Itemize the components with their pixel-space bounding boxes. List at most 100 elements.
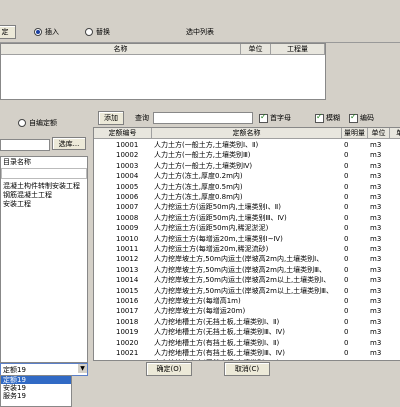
quota-code-cell: 10012: [116, 255, 139, 264]
directory-filter[interactable]: [1, 168, 87, 179]
unit-cell: m3: [370, 203, 382, 212]
quantity-cell: 0: [344, 276, 349, 285]
ok-button[interactable]: 确定(O): [146, 362, 192, 376]
table-row[interactable]: 10019 人力挖地槽土方(无挡土板,土壤类别Ⅲ、Ⅳ) 0 m3: [94, 327, 400, 337]
quantity-cell: 0: [344, 161, 349, 170]
dropdown-option[interactable]: 安装19: [1, 384, 71, 392]
table-row[interactable]: 10004 人力土方(冻土,厚度0.2m内) 0 m3: [94, 171, 400, 181]
quota-name-cell: 人力挖地槽土方(无挡土板,土壤类别Ⅲ、Ⅳ): [154, 328, 285, 337]
quota-code-cell: 10020: [116, 338, 139, 347]
replace-radio[interactable]: 替换: [85, 27, 110, 37]
first-letter-checkbox[interactable]: 首字母: [259, 112, 291, 123]
quantity-cell: 0: [344, 328, 349, 337]
table-row[interactable]: 10010 人力挖运土方(每增运20m,土壤类别Ⅰ~Ⅳ) 0 m3: [94, 234, 400, 244]
table-row[interactable]: 10008 人力挖运土方(运距50m内,土壤类别Ⅲ、Ⅳ) 0 m3: [94, 213, 400, 223]
table-row[interactable]: 10020 人力挖地槽土方(有挡土板,土壤类别Ⅰ、Ⅱ) 0 m3: [94, 338, 400, 348]
confirm-button[interactable]: 定: [0, 25, 16, 39]
unit-cell: m3: [370, 172, 382, 181]
quantity-cell: 0: [344, 141, 349, 149]
code-label: 编码: [360, 114, 374, 122]
quota-code-cell: 10001: [116, 141, 139, 149]
insert-radio[interactable]: 插入: [34, 27, 59, 37]
dropdown-option[interactable]: 定额19: [1, 376, 71, 384]
quota-name-cell: 人力挖地槽土方(有挡土板,土壤类别Ⅲ、Ⅳ): [154, 349, 285, 357]
quantity-cell: 0: [344, 245, 349, 253]
code-checkbox[interactable]: 编码: [349, 112, 374, 123]
unit-cell: m3: [370, 161, 382, 170]
quota-code-cell: 10014: [116, 276, 139, 285]
unit-cell: m3: [370, 234, 382, 243]
fuzzy-checkbox[interactable]: 模糊: [315, 112, 340, 123]
unit-cell: m3: [370, 317, 382, 326]
quantity-cell: 0: [344, 307, 349, 316]
quota-code-cell: 10017: [116, 307, 139, 316]
table-row[interactable]: 10001 人力土方(一般土方,土壤类别Ⅰ、Ⅱ) 0 m3: [94, 140, 400, 150]
table-row[interactable]: 10002 人力土方(一般土方,土壤类别Ⅲ) 0 m3: [94, 150, 400, 160]
quota-code-cell: 10011: [116, 245, 139, 253]
table-row[interactable]: 10012 人力挖岸坡土方,50m内运土(岸坡高2m内,土壤类别Ⅰ、 0 m3: [94, 254, 400, 264]
table-body: 10001 人力土方(一般土方,土壤类别Ⅰ、Ⅱ) 0 m3 10002 人力土方(一般土方…: [94, 140, 400, 360]
cancel-button[interactable]: 取消(C): [224, 362, 270, 376]
table-row[interactable]: 10014 人力挖岸坡土方,50m内运土(岸坡高2m以上,土壤类别Ⅰ、 0 m3: [94, 275, 400, 285]
quantity-cell: 0: [344, 297, 349, 305]
tree-item-installation[interactable]: 安装工程: [3, 199, 31, 209]
table-row[interactable]: 10017 人力挖岸坡土方(每增运20m) 0 m3: [94, 306, 400, 316]
library-field[interactable]: [0, 139, 50, 151]
unit-cell: m3: [370, 193, 382, 201]
quantity-cell: 0: [344, 172, 349, 181]
unit-cell: m3: [370, 265, 382, 274]
table-row[interactable]: 10021 人力挖地槽土方(有挡土板,土壤类别Ⅲ、Ⅳ) 0 m3: [94, 348, 400, 358]
radio-on-icon: [34, 28, 42, 36]
table-row[interactable]: 10003 人力土方(一般土方,土壤类别Ⅳ) 0 m3: [94, 161, 400, 171]
table-row[interactable]: 10007 人力挖运土方(运距50m内,土壤类别Ⅰ、Ⅱ) 0 m3: [94, 202, 400, 212]
quota-code-cell: 10007: [116, 203, 139, 212]
dropdown-option[interactable]: 服务19: [1, 392, 71, 400]
unit-cell: m3: [370, 151, 382, 160]
quota-name-cell: 人力挖地槽土方(有挡土板,土壤类别Ⅰ、Ⅱ): [154, 338, 280, 347]
quantity-cell: 0: [344, 317, 349, 326]
table-row[interactable]: 10022人力挖地坑土方(无挡土板,土壤类别Ⅰ、Ⅱ)0m3: [94, 358, 400, 360]
right-toolbar: 添加 查询 首字母 模糊 编码: [93, 108, 400, 126]
add-button[interactable]: 添加: [98, 111, 124, 125]
fuzzy-label: 模糊: [326, 114, 340, 122]
directory-tree[interactable]: 目录名称 混凝土构件转制安装工程 钢筋混凝土工程 安装工程: [0, 156, 88, 363]
table-row[interactable]: 10013 人力挖岸坡土方,50m内运土(岸坡高2m内,土壤类别Ⅲ、 0 m3: [94, 265, 400, 275]
quantity-cell: 0: [344, 338, 349, 347]
quota-code-cell: 10019: [116, 328, 139, 337]
quantity-cell: 0: [344, 358, 368, 360]
checkbox-checked-icon: [259, 112, 268, 123]
quota-code-cell: 10006: [116, 193, 139, 201]
table-row[interactable]: 10015 人力挖岸坡土方,50m内运土(岸坡高2m以上,土壤类别Ⅲ、 0 m3: [94, 286, 400, 296]
quantity-cell: 0: [344, 213, 349, 222]
unit-cell: m3: [370, 338, 382, 347]
unit-cell: m3: [370, 224, 382, 233]
unit-cell: m3: [370, 358, 390, 360]
replace-label: 替换: [96, 28, 110, 36]
table-row[interactable]: 10009 人力挖运土方(运距50m内,稀泥淤泥) 0 m3: [94, 223, 400, 233]
quota-code-cell: 10008: [116, 213, 139, 222]
table-row[interactable]: 10006 人力土方(冻土,厚度0.8m内) 0 m3: [94, 192, 400, 202]
radio-off-icon: [18, 119, 26, 127]
table-row[interactable]: 10016 人力挖岸坡土方(每增高1m) 0 m3: [94, 296, 400, 306]
unit-cell: m3: [370, 349, 382, 357]
quota-code-cell: 10010: [116, 234, 139, 243]
quota-code-cell: 10018: [116, 317, 139, 326]
unit-cell: m3: [370, 297, 382, 305]
select-library-button[interactable]: 选库...: [52, 137, 86, 150]
custom-quota-radio[interactable]: 自编定额: [18, 118, 57, 128]
table-row[interactable]: 10005 人力土方(冻土,厚度0.5m内) 0 m3: [94, 182, 400, 192]
quantity-cell: 0: [344, 286, 349, 295]
query-input[interactable]: [153, 112, 253, 124]
quota-name-cell: 人力挖地坑土方(无挡土板,土壤类别Ⅰ、Ⅱ): [154, 358, 342, 360]
quota-name-cell: 人力挖岸坡土方(每增运20m): [154, 307, 246, 316]
unit-cell: m3: [370, 213, 382, 222]
col-unit: 单位: [241, 44, 271, 55]
quantity-cell: 0: [344, 234, 349, 243]
directory-header: 目录名称: [3, 158, 31, 166]
chevron-down-icon[interactable]: ▼: [78, 364, 87, 373]
quota-code-cell: 10003: [116, 161, 139, 170]
quota-name-cell: 人力土方(一般土方,土壤类别Ⅳ): [154, 161, 253, 170]
quantity-cell: 0: [344, 349, 349, 357]
table-row[interactable]: 10011 人力挖运土方(每增运20m,稀泥流砂) 0 m3: [94, 244, 400, 254]
table-row[interactable]: 10018 人力挖地槽土方(无挡土板,土壤类别Ⅰ、Ⅱ) 0 m3: [94, 317, 400, 327]
